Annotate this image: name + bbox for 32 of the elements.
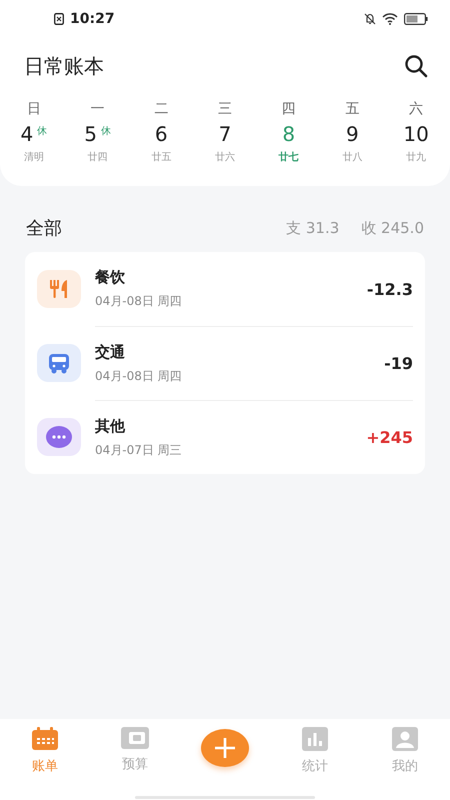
book-title: 日常账本 — [24, 52, 104, 80]
income-total: 收 245.0 — [361, 218, 424, 238]
search-icon[interactable] — [404, 54, 428, 78]
calendar-day[interactable]: 四 8 廿七 — [256, 100, 321, 164]
wallet-icon — [121, 727, 149, 749]
plus-icon — [214, 737, 236, 759]
bus-icon — [47, 351, 71, 375]
record-amount: -19 — [384, 354, 413, 373]
record-date: 04月-08日 周四 — [95, 293, 183, 310]
calendar-day[interactable]: 六 10 廿九 — [384, 100, 448, 164]
calendar-day[interactable]: 五 9 廿八 — [320, 100, 384, 164]
record-amount: +245 — [366, 428, 413, 447]
battery-icon — [404, 13, 428, 25]
category-name: 其他 — [95, 416, 126, 436]
wifi-icon — [382, 13, 398, 25]
category-name: 餐饮 — [95, 268, 126, 287]
bell-muted-icon — [364, 13, 376, 25]
calendar-icon — [31, 727, 59, 751]
expense-total: 支 31.3 — [286, 218, 340, 238]
record-date: 04月-07日 周三 — [95, 442, 183, 458]
status-time: 10:27 — [70, 11, 115, 27]
calendar-day[interactable]: 三 7 廿六 — [193, 100, 257, 164]
more-icon — [46, 426, 72, 448]
bar-chart-icon — [302, 727, 328, 751]
category-name: 交通 — [95, 342, 126, 362]
record-date: 04月-08日 周四 — [95, 368, 183, 384]
section-title: 全部 — [26, 217, 62, 240]
record-amount: -12.3 — [366, 280, 413, 298]
person-icon — [392, 727, 418, 751]
sim-card-icon — [54, 13, 64, 25]
fork-knife-icon — [48, 278, 70, 300]
calendar-day[interactable]: 二 6 廿五 — [129, 100, 194, 164]
